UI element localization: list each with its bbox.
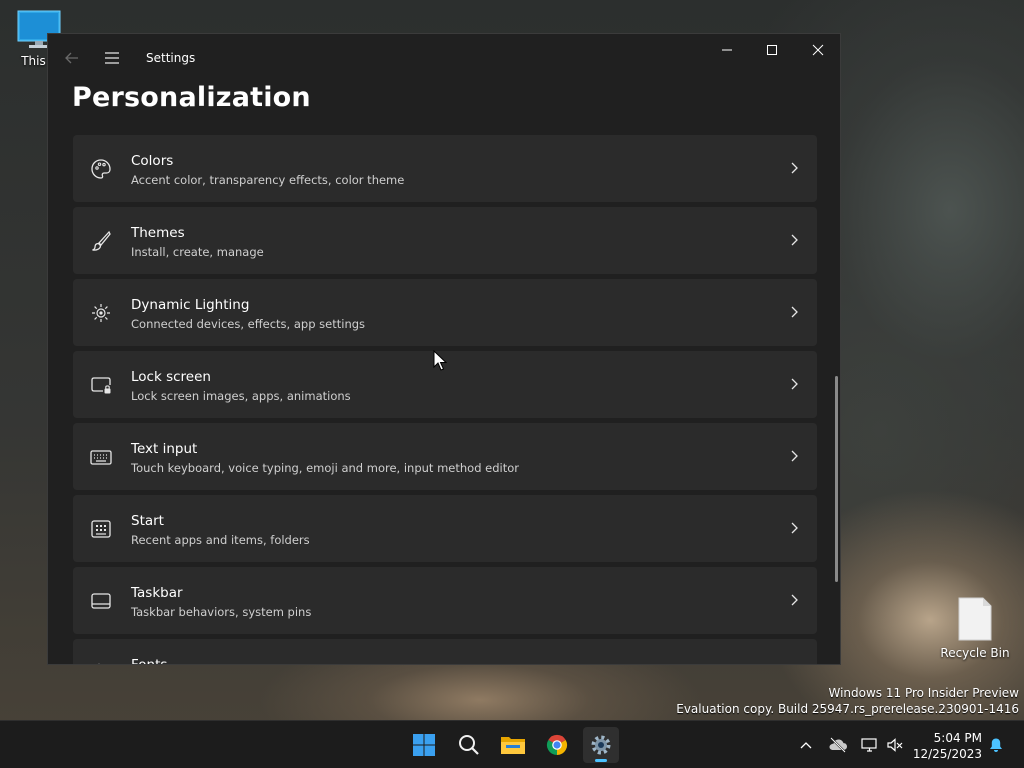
maximize-button[interactable]	[749, 34, 795, 66]
fonts-icon	[98, 663, 100, 664]
close-button[interactable]	[795, 34, 840, 66]
settings-item-subtitle: Touch keyboard, voice typing, emoji and …	[131, 461, 520, 475]
mouse-pointer-icon	[433, 350, 447, 371]
notifications-button[interactable]	[986, 735, 1006, 755]
brush-icon	[92, 230, 111, 251]
chrome-icon	[546, 734, 568, 756]
back-button[interactable]	[62, 48, 82, 68]
chevron-right-icon	[791, 306, 798, 318]
search-button[interactable]	[451, 727, 487, 763]
settings-item-title: Taskbar	[131, 585, 183, 601]
desktop-icon-label: Recycle Bin	[940, 646, 1010, 660]
settings-item-subtitle: Recent apps and items, folders	[131, 533, 310, 547]
settings-item-taskbar[interactable]: Taskbar Taskbar behaviors, system pins	[73, 567, 817, 634]
dynamic-lighting-icon	[92, 304, 110, 322]
minimize-icon	[722, 49, 732, 51]
settings-item-subtitle: Lock screen images, apps, animations	[131, 389, 351, 403]
recycle-bin-icon	[958, 597, 992, 641]
settings-taskbar-button[interactable]	[583, 727, 619, 763]
chevron-right-icon	[791, 450, 798, 462]
chevron-right-icon	[791, 378, 798, 390]
chevron-right-icon	[791, 522, 798, 534]
settings-item-themes[interactable]: Themes Install, create, manage	[73, 207, 817, 274]
navigation-menu-button[interactable]	[102, 48, 122, 68]
settings-item-title: Start	[131, 513, 164, 529]
hamburger-icon	[105, 52, 119, 64]
title-bar[interactable]: Settings	[48, 34, 840, 82]
taskbar-icon	[91, 593, 111, 609]
close-icon	[812, 44, 824, 56]
show-hidden-icons-button[interactable]	[796, 735, 816, 755]
taskbar: 5:04 PM 12/25/2023	[0, 720, 1024, 768]
settings-item-subtitle: Connected devices, effects, app settings	[131, 317, 366, 331]
watermark-line: Windows 11 Pro Insider Preview	[828, 686, 1019, 700]
settings-item-start[interactable]: Start Recent apps and items, folders	[73, 495, 817, 562]
minimize-button[interactable]	[704, 34, 750, 66]
settings-item-title: Fonts	[131, 657, 168, 665]
evaluation-watermark: Windows 11 Pro Insider Preview Evaluatio…	[676, 685, 1019, 717]
watermark-line: Evaluation copy. Build 25947.rs_prerelea…	[676, 702, 1019, 716]
back-arrow-icon	[65, 52, 78, 64]
search-icon	[459, 735, 479, 755]
settings-icon	[591, 735, 611, 755]
chevron-right-icon	[791, 594, 798, 606]
settings-item-fonts[interactable]: Fonts	[73, 639, 817, 665]
start-icon	[413, 734, 435, 756]
network-icon	[861, 738, 877, 752]
settings-list: Colors Accent color, transparency effect…	[73, 135, 817, 665]
settings-item-text-input[interactable]: Text input Touch keyboard, voice typing,…	[73, 423, 817, 490]
keyboard-icon	[90, 450, 112, 465]
page-title: Personalization	[72, 82, 311, 113]
settings-item-title: Lock screen	[131, 369, 211, 385]
clock[interactable]: 5:04 PM 12/25/2023	[912, 730, 982, 762]
palette-icon	[91, 159, 111, 179]
onedrive-button[interactable]	[828, 735, 848, 755]
window-title: Settings	[146, 51, 196, 65]
settings-item-title: Themes	[131, 225, 185, 241]
settings-item-subtitle: Accent color, transparency effects, colo…	[131, 173, 405, 187]
maximize-icon	[767, 45, 777, 55]
volume-button[interactable]	[885, 735, 905, 755]
network-button[interactable]	[860, 735, 880, 755]
clock-time: 5:04 PM	[933, 731, 982, 745]
settings-item-title: Text input	[131, 441, 198, 457]
chevron-up-icon	[800, 742, 812, 749]
settings-item-title: Colors	[131, 153, 174, 169]
clock-date: 12/25/2023	[912, 747, 982, 761]
scrollbar-thumb[interactable]	[835, 376, 838, 582]
settings-window: Settings Personalization Colors Accent c…	[47, 33, 841, 665]
settings-item-dynamic-lighting[interactable]: Dynamic Lighting Connected devices, effe…	[73, 279, 817, 346]
settings-item-subtitle: Install, create, manage	[131, 245, 264, 259]
active-app-indicator	[595, 759, 607, 762]
bell-icon	[990, 738, 1002, 752]
volume-muted-icon	[887, 738, 903, 752]
chevron-right-icon	[791, 234, 798, 246]
settings-item-subtitle: Taskbar behaviors, system pins	[131, 605, 312, 619]
chevron-right-icon	[791, 162, 798, 174]
settings-item-colors[interactable]: Colors Accent color, transparency effect…	[73, 135, 817, 202]
file-explorer-icon	[501, 737, 525, 754]
file-explorer-button[interactable]	[495, 727, 531, 763]
settings-item-title: Dynamic Lighting	[131, 297, 250, 313]
cloud-offline-icon	[829, 737, 847, 753]
lock-screen-icon	[91, 377, 111, 394]
chrome-button[interactable]	[539, 727, 575, 763]
desktop-icon-recycle-bin[interactable]: Recycle Bin	[938, 596, 1012, 660]
start-menu-icon	[91, 520, 111, 538]
start-button[interactable]	[406, 727, 442, 763]
